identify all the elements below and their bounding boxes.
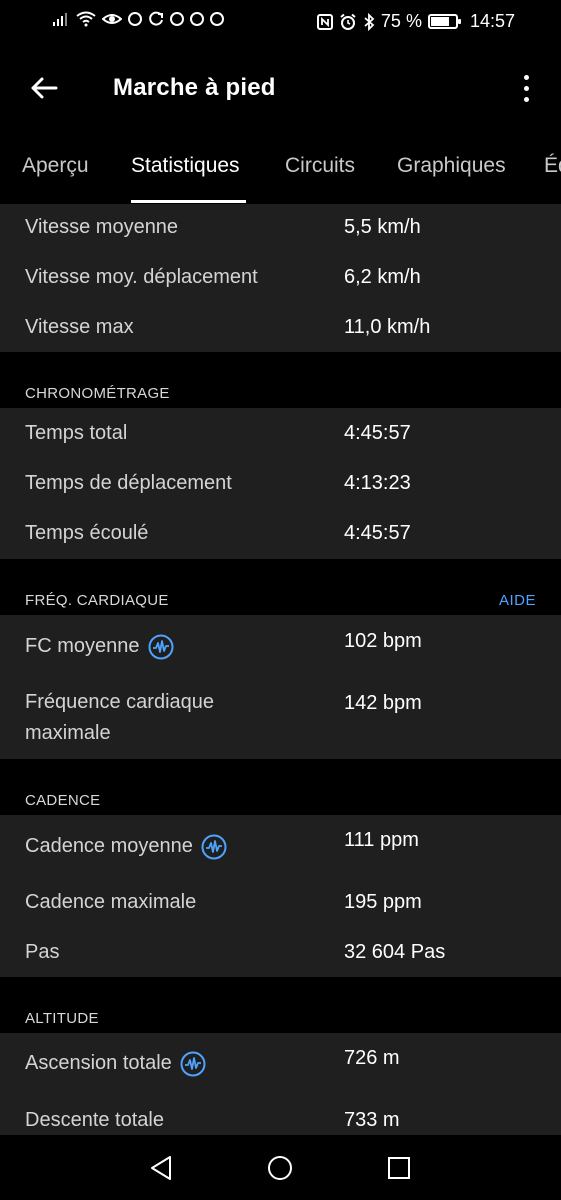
more-vertical-icon bbox=[523, 74, 529, 80]
row-label: Descente totale bbox=[25, 1109, 164, 1131]
cadence-card: Cadence moyenne 111 ppm Cadence maximale… bbox=[0, 815, 561, 977]
pinterest-icon bbox=[190, 12, 204, 26]
section-title: FRÉQ. CARDIAQUE bbox=[25, 592, 169, 609]
row-value: 32 604 Pas bbox=[344, 941, 446, 963]
back-triangle-icon bbox=[151, 1156, 171, 1180]
battery-icon bbox=[427, 14, 461, 29]
row-value: 4:45:57 bbox=[344, 522, 411, 544]
tab-apercu[interactable]: Aperçu bbox=[22, 154, 89, 178]
stats-content[interactable]: Vitesse moyenne 5,5 km/h Vitesse moy. dé… bbox=[0, 204, 561, 1135]
system-nav-bar bbox=[0, 1135, 561, 1200]
row-label: Cadence moyenne bbox=[25, 835, 193, 857]
active-tab-indicator bbox=[131, 200, 246, 203]
sync-icon bbox=[149, 11, 163, 26]
eye-icon bbox=[102, 14, 122, 24]
heart-rate-wave-icon[interactable] bbox=[148, 634, 174, 660]
row-value: 142 bpm bbox=[344, 692, 422, 714]
row-label: Fréquence cardiaque maximale bbox=[25, 687, 214, 749]
wifi-icon bbox=[76, 11, 96, 27]
row-label: Vitesse moy. déplacement bbox=[25, 266, 258, 288]
nav-recents-button[interactable] bbox=[386, 1155, 412, 1181]
section-title: ALTITUDE bbox=[25, 1010, 99, 1027]
bluetooth-icon bbox=[364, 12, 375, 31]
row-label-line: maximale bbox=[25, 722, 111, 744]
heart-rate-card: FC moyenne 102 bpm Fréquence cardiaque m… bbox=[0, 615, 561, 759]
more-options-button[interactable] bbox=[511, 66, 541, 110]
section-title: CHRONOMÉTRAGE bbox=[25, 385, 170, 402]
altitude-card: Ascension totale 726 m Descente totale 7… bbox=[0, 1033, 561, 1135]
heart-rate-wave-icon[interactable] bbox=[201, 834, 227, 860]
heart-rate-wave-icon[interactable] bbox=[180, 1051, 206, 1077]
row-label-line: Fréquence cardiaque bbox=[25, 691, 215, 713]
battery-percent: 75 % bbox=[380, 11, 422, 31]
row-value: 5,5 km/h bbox=[344, 216, 421, 238]
tab-circuits[interactable]: Circuits bbox=[285, 154, 355, 178]
row-label: Temps écoulé bbox=[25, 522, 149, 544]
status-bar: 75 % 14:57 bbox=[0, 0, 561, 44]
row-label: Ascension totale bbox=[25, 1052, 172, 1074]
app-bar: Marche à pied bbox=[0, 44, 561, 130]
home-circle-icon bbox=[268, 1156, 292, 1180]
tab-graphiques[interactable]: Graphiques bbox=[397, 154, 506, 178]
row-value: 726 m bbox=[344, 1047, 400, 1069]
row-value: 111 ppm bbox=[344, 829, 419, 851]
row-value: 102 bpm bbox=[344, 630, 422, 652]
help-link[interactable]: AIDE bbox=[499, 592, 536, 609]
pinterest-icon bbox=[210, 12, 224, 26]
section-header-timing: CHRONOMÉTRAGE bbox=[0, 352, 561, 408]
row-label: Cadence maximale bbox=[25, 891, 197, 913]
arrow-left-icon bbox=[31, 77, 58, 99]
status-left-icons bbox=[52, 11, 224, 27]
section-header-heart-rate: FRÉQ. CARDIAQUE AIDE bbox=[0, 559, 561, 615]
timing-card: Temps total 4:45:57 Temps de déplacement… bbox=[0, 408, 561, 559]
row-label: Temps total bbox=[25, 422, 128, 444]
row-value: 11,0 km/h bbox=[344, 316, 431, 338]
nav-back-button[interactable] bbox=[148, 1155, 174, 1181]
pinterest-icon bbox=[170, 12, 184, 26]
speed-card: Vitesse moyenne 5,5 km/h Vitesse moy. dé… bbox=[0, 204, 561, 352]
pinterest-icon bbox=[128, 12, 142, 26]
row-label-with-icon: FC moyenne bbox=[25, 631, 174, 662]
section-header-altitude: ALTITUDE bbox=[0, 977, 561, 1033]
section-title: CADENCE bbox=[25, 792, 101, 809]
row-label-with-icon: Cadence moyenne bbox=[25, 831, 227, 862]
page-title: Marche à pied bbox=[113, 74, 276, 101]
row-value: 733 m bbox=[344, 1109, 400, 1131]
tab-equipement[interactable]: Éq bbox=[544, 154, 561, 178]
row-label: Vitesse max bbox=[25, 316, 134, 338]
row-value: 195 ppm bbox=[344, 891, 422, 913]
row-value: 6,2 km/h bbox=[344, 266, 421, 288]
row-value: 4:13:23 bbox=[344, 472, 411, 494]
row-label-with-icon: Ascension totale bbox=[25, 1048, 206, 1079]
alarm-icon bbox=[340, 13, 356, 30]
tab-statistiques[interactable]: Statistiques bbox=[131, 154, 240, 178]
row-label: Vitesse moyenne bbox=[25, 216, 179, 238]
nfc-icon bbox=[316, 13, 333, 30]
nav-home-button[interactable] bbox=[267, 1155, 293, 1181]
row-label: Pas bbox=[25, 941, 60, 963]
signal-icon bbox=[53, 13, 67, 26]
clock: 14:57 bbox=[469, 11, 515, 31]
row-label: Temps de déplacement bbox=[25, 472, 232, 494]
back-button[interactable] bbox=[22, 66, 66, 110]
section-header-cadence: CADENCE bbox=[0, 759, 561, 815]
status-right-icons: 75 % 14:57 bbox=[316, 11, 515, 32]
tab-bar: Aperçu Statistiques Circuits Graphiques … bbox=[0, 130, 561, 204]
row-label: FC moyenne bbox=[25, 635, 140, 657]
row-value: 4:45:57 bbox=[344, 422, 411, 444]
recents-square-icon bbox=[388, 1157, 410, 1179]
